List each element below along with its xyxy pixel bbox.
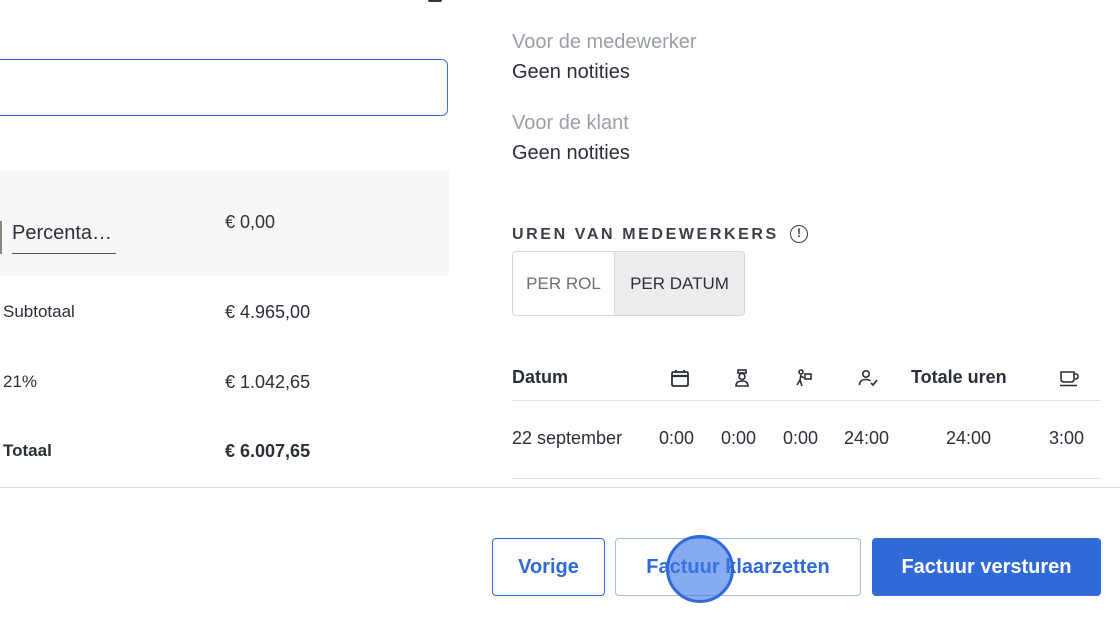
row-break: 3:00	[1049, 428, 1085, 448]
tab-per-role[interactable]: PER ROL	[513, 252, 615, 315]
client-notes-value: Geen notities	[512, 142, 630, 164]
row-hours-3: 0:00	[783, 428, 819, 448]
worker-icon	[735, 369, 749, 387]
edit-icon[interactable]	[428, 0, 442, 2]
hours-view-toggle: PER ROL PER DATUM	[512, 251, 745, 316]
send-invoice-button[interactable]: Factuur versturen	[872, 538, 1101, 596]
prepare-invoice-button[interactable]: Factuur klaarzetten	[615, 538, 861, 596]
footer-divider	[0, 487, 1120, 488]
description-input[interactable]	[0, 59, 448, 116]
row-hours-2: 0:00	[721, 428, 757, 448]
subtotal-value: € 4.965,00	[225, 302, 311, 322]
column-date: Datum	[512, 367, 569, 387]
discount-divider	[0, 221, 2, 254]
discount-type-select[interactable]: Percenta…	[12, 218, 116, 254]
tab-per-date[interactable]: PER DATUM	[615, 252, 744, 315]
previous-button[interactable]: Vorige	[492, 538, 605, 596]
table-header-divider	[512, 400, 1101, 401]
info-icon[interactable]: !	[790, 225, 808, 243]
employee-notes-value: Geen notities	[512, 61, 630, 83]
employee-notes-title: Voor de medewerker	[512, 31, 697, 53]
total-value: € 6.007,65	[225, 441, 311, 461]
vat-label: 21%	[3, 372, 38, 391]
hours-section-title: UREN VAN MEDEWERKERS	[512, 226, 779, 243]
discount-value: € 0,00	[225, 212, 276, 232]
row-hours-1: 0:00	[659, 428, 695, 448]
vat-value: € 1.042,65	[225, 372, 311, 392]
client-notes-title: Voor de klant	[512, 112, 629, 134]
calendar-icon	[671, 370, 689, 387]
user-check-icon	[858, 369, 878, 387]
travel-icon	[796, 369, 812, 387]
row-total-hours: 24:00	[946, 428, 992, 448]
subtotal-label: Subtotaal	[3, 302, 75, 321]
row-hours-4: 24:00	[844, 428, 890, 448]
table-row-divider	[512, 478, 1101, 479]
row-date: 22 september	[512, 428, 623, 448]
total-label: Totaal	[3, 441, 52, 460]
column-total-hours: Totale uren	[911, 367, 1007, 387]
coffee-break-icon	[1060, 371, 1079, 387]
